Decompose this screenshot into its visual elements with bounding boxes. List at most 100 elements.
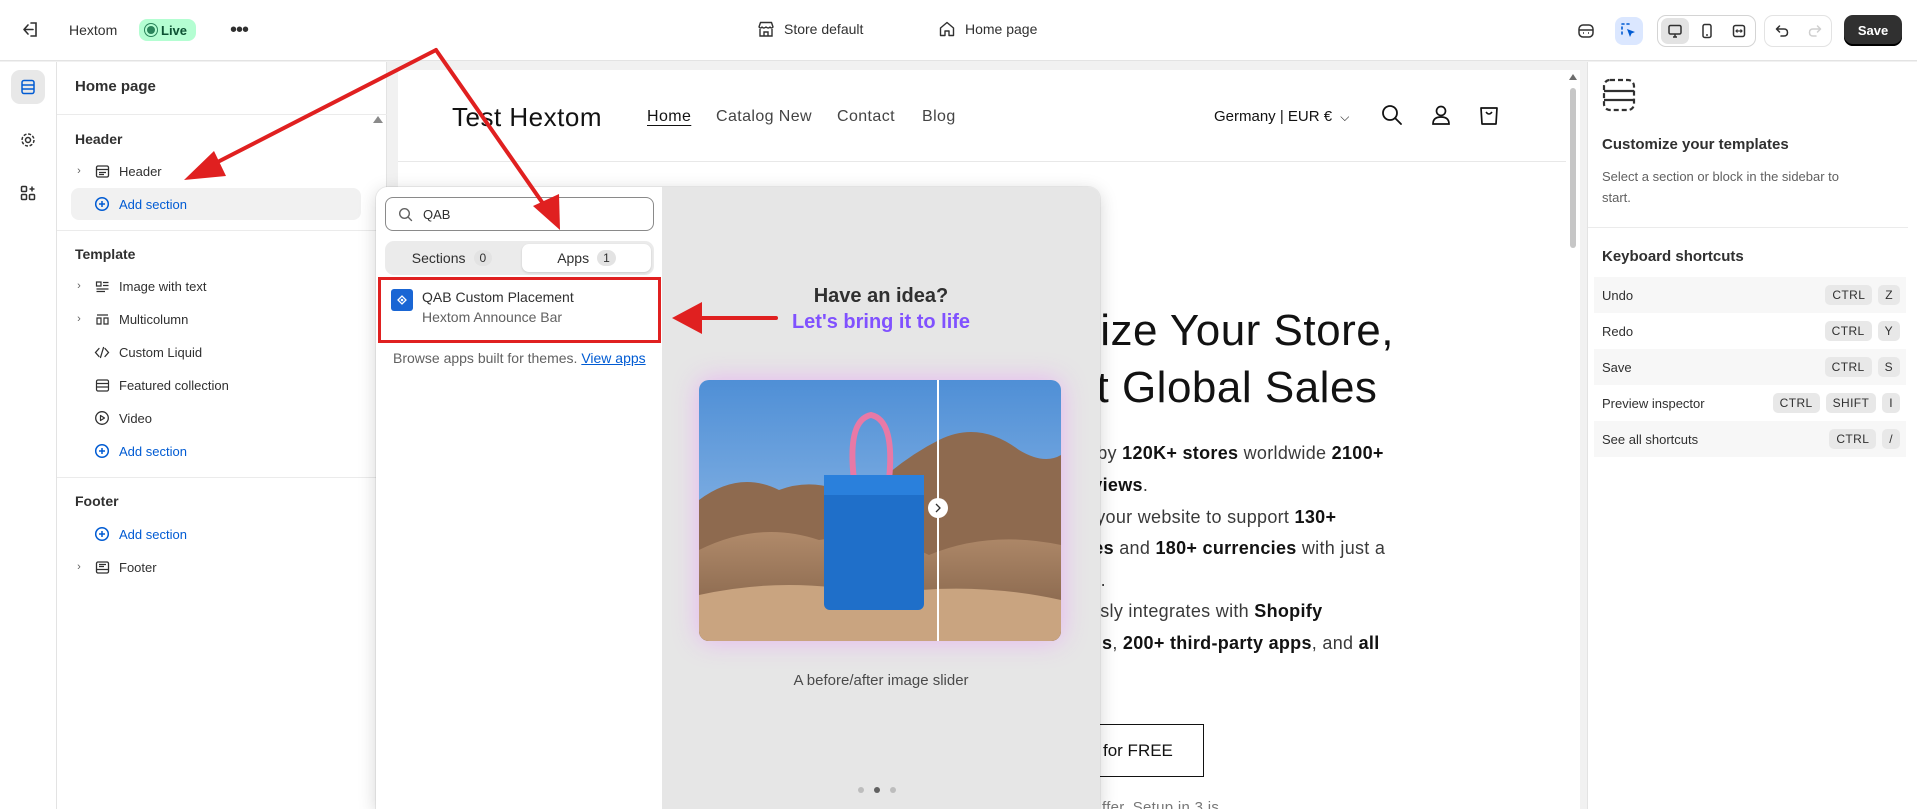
idea-subheading: Let's bring it to life bbox=[791, 311, 971, 333]
save-button[interactable]: Save bbox=[1844, 15, 1902, 46]
currency-selector[interactable]: Germany | EUR € ⌵ bbox=[1214, 108, 1349, 125]
chevron-right-icon[interactable]: › bbox=[71, 561, 87, 573]
search-icon[interactable] bbox=[1379, 102, 1405, 128]
add-section-header-button[interactable]: Add section bbox=[71, 188, 361, 220]
hero-heading-line2: st Global Sales bbox=[1074, 363, 1378, 412]
hero-text-3: ble your website to support 130+ bbox=[1066, 507, 1337, 527]
more-icon[interactable]: ••• bbox=[226, 17, 252, 43]
browse-apps-text: Browse apps built for themes. View apps bbox=[393, 350, 646, 366]
status-label: Live bbox=[161, 22, 188, 38]
sidebar-item-image-with-text[interactable]: › Image with text bbox=[71, 270, 371, 302]
app-block-result[interactable]: QAB Custom Placement Hextom Announce Bar bbox=[378, 277, 661, 343]
left-rail bbox=[0, 62, 57, 809]
tab-apps[interactable]: Apps 1 bbox=[522, 244, 651, 272]
search-input[interactable]: QAB bbox=[385, 197, 654, 231]
page-selector[interactable]: Home page bbox=[938, 20, 1037, 38]
chevron-right-icon[interactable]: › bbox=[71, 165, 87, 177]
apps-icon[interactable] bbox=[11, 176, 45, 210]
sidebar-item-label: Image with text bbox=[119, 278, 207, 294]
sidebar-item-video[interactable]: Video bbox=[71, 402, 371, 434]
shortcut-row: Undo CTRL Z bbox=[1594, 277, 1906, 313]
divider bbox=[57, 477, 387, 478]
preview-scrollbar[interactable] bbox=[1566, 70, 1580, 809]
carousel-dot[interactable] bbox=[890, 787, 896, 793]
store-logo[interactable]: Test Hextom bbox=[452, 102, 602, 133]
hero-text-6: nlessly integrates with Shopify bbox=[1066, 601, 1323, 621]
sections-icon[interactable] bbox=[11, 70, 45, 104]
undo-icon[interactable] bbox=[1768, 18, 1796, 44]
shortcut-row: See all shortcuts CTRL / bbox=[1594, 421, 1906, 457]
popover-tabs: Sections 0 Apps 1 bbox=[385, 241, 654, 275]
scroll-up-icon[interactable] bbox=[1569, 74, 1577, 80]
sidebar-item-label: Featured collection bbox=[119, 377, 229, 393]
app-block-subtitle: Hextom Announce Bar bbox=[422, 309, 563, 325]
footer-layout-icon bbox=[91, 560, 113, 575]
mobile-view-icon[interactable] bbox=[1693, 18, 1721, 44]
hero-text-1: ted by 120K+ stores worldwide 2100+ bbox=[1066, 443, 1384, 463]
scroll-up-icon[interactable] bbox=[373, 116, 383, 123]
sidebar-item-label: Footer bbox=[119, 559, 157, 575]
plus-circle-icon bbox=[91, 196, 113, 212]
theme-preview-icon[interactable] bbox=[1572, 17, 1600, 45]
nav-link-blog[interactable]: Blog bbox=[922, 108, 956, 126]
sidebar-item-header[interactable]: › Header bbox=[71, 155, 371, 187]
code-icon bbox=[91, 345, 113, 360]
app-block-title: QAB Custom Placement bbox=[422, 289, 574, 305]
add-section-footer-button[interactable]: Add section bbox=[71, 518, 371, 550]
carousel-dot[interactable] bbox=[858, 787, 864, 793]
top-bar: Hextom Live ••• Store default Home page … bbox=[0, 0, 1917, 61]
exit-icon[interactable] bbox=[19, 19, 41, 41]
sidebar-title: Home page bbox=[75, 78, 156, 95]
sidebar-item-footer[interactable]: › Footer bbox=[71, 551, 371, 583]
hero-text-7: s, 200+ third-party apps, and all bbox=[1102, 633, 1380, 653]
preview-caption: A before/after image slider bbox=[793, 672, 969, 689]
inspector-icon[interactable] bbox=[1615, 17, 1643, 45]
popover-preview-pane: Have an idea? Let's bring it to life A b… bbox=[662, 187, 1100, 809]
popover-list-pane: QAB Sections 0 Apps 1 QAB Custom Placement… bbox=[376, 187, 662, 809]
view-apps-link[interactable]: View apps bbox=[581, 350, 645, 366]
settings-panel: Customize your templates Select a sectio… bbox=[1587, 62, 1917, 809]
add-section-label: Add section bbox=[119, 526, 187, 542]
sidebar-item-custom-liquid[interactable]: Custom Liquid bbox=[71, 336, 371, 368]
page-selector-label: Home page bbox=[965, 21, 1038, 37]
nav-link-home[interactable]: Home bbox=[647, 108, 691, 126]
shortcut-row: Preview inspector CTRL SHIFT I bbox=[1594, 385, 1906, 421]
template-layout-icon bbox=[1602, 78, 1636, 115]
tab-label: Apps bbox=[557, 250, 590, 266]
tab-count: 0 bbox=[473, 250, 493, 266]
sidebar-item-multicolumn[interactable]: › Multicolumn bbox=[71, 303, 371, 335]
chevron-down-icon: ⌵ bbox=[1340, 110, 1350, 124]
store-default-selector[interactable]: Store default bbox=[757, 20, 863, 38]
account-icon[interactable] bbox=[1428, 102, 1454, 128]
settings-icon[interactable] bbox=[11, 123, 45, 157]
redo-icon[interactable] bbox=[1801, 18, 1829, 44]
nav-link-contact[interactable]: Contact bbox=[837, 108, 895, 126]
collection-icon bbox=[91, 378, 113, 393]
sidebar-item-label: Multicolumn bbox=[119, 311, 189, 327]
sidebar-item-featured-collection[interactable]: Featured collection bbox=[71, 369, 371, 401]
scroll-thumb[interactable] bbox=[1570, 88, 1576, 248]
desktop-view-icon[interactable] bbox=[1661, 18, 1689, 44]
store-default-label: Store default bbox=[784, 21, 864, 37]
shortcut-row: Redo CTRL Y bbox=[1594, 313, 1906, 349]
tab-sections[interactable]: Sections 0 bbox=[388, 244, 516, 272]
hero-text-4: ges and 180+ currencies with just a bbox=[1082, 538, 1386, 558]
divider bbox=[57, 230, 387, 231]
chevron-right-icon[interactable]: › bbox=[71, 280, 87, 292]
chevron-right-icon[interactable]: › bbox=[71, 313, 87, 325]
cart-icon[interactable] bbox=[1476, 102, 1502, 128]
status-dot-icon bbox=[147, 26, 155, 34]
idea-heading: Have an idea? bbox=[813, 285, 949, 307]
nav-link-catalog[interactable]: Catalog New bbox=[716, 108, 812, 126]
add-section-template-button[interactable]: Add section bbox=[71, 435, 371, 467]
carousel-dot-active[interactable] bbox=[874, 787, 880, 793]
fullscreen-icon[interactable] bbox=[1725, 18, 1753, 44]
history-group bbox=[1764, 15, 1832, 47]
store-header: Test Hextom Home Catalog New Contact Blo… bbox=[398, 70, 1566, 162]
app-name: Hextom bbox=[69, 22, 118, 38]
header-group-label: Header bbox=[75, 131, 123, 147]
before-after-image[interactable] bbox=[699, 380, 1061, 641]
add-section-label: Add section bbox=[119, 443, 187, 459]
cta-label: for FREE bbox=[1103, 740, 1173, 760]
add-section-popover: QAB Sections 0 Apps 1 QAB Custom Placement… bbox=[376, 187, 1100, 809]
